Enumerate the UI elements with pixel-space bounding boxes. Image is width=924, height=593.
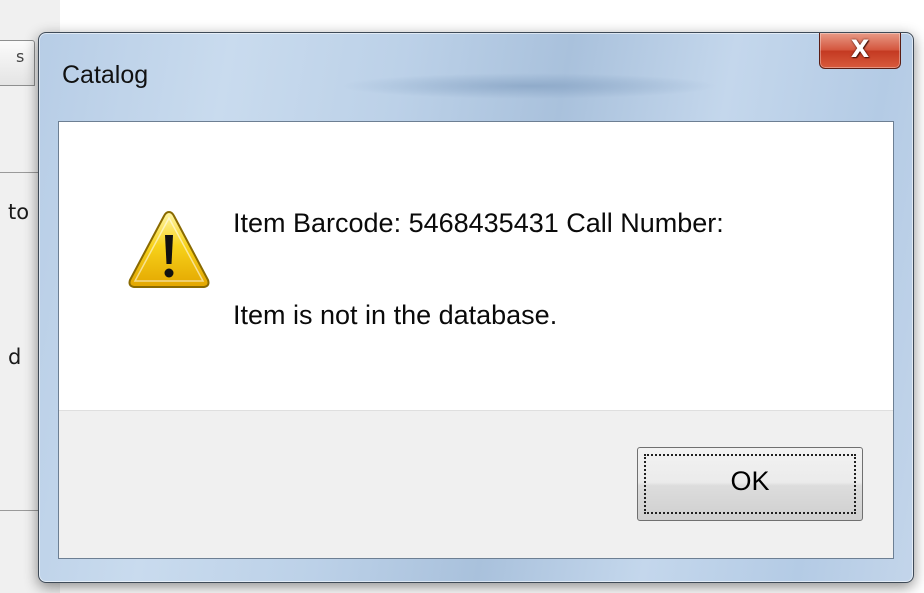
message-text: Item is not in the database.: [233, 300, 558, 330]
message-text: Item Barcode: 5468435431 Call Number:: [233, 208, 724, 238]
dialog-content: Item Barcode: 5468435431 Call Number: It…: [58, 121, 894, 559]
dialog-title: Catalog: [62, 61, 149, 89]
title-bar-glass: [339, 73, 719, 99]
ok-button[interactable]: OK: [637, 447, 863, 521]
background-text-fragment: d: [8, 345, 22, 369]
desktop: s to d Catalog X Item Barcode: 546843543…: [0, 0, 924, 593]
close-icon: X: [850, 35, 870, 63]
warning-icon: [128, 210, 210, 288]
background-tab[interactable]: s: [0, 40, 35, 86]
message-area: Item Barcode: 5468435431 Call Number: It…: [59, 122, 893, 410]
message-dialog: Catalog X Item Barcode: 5468435431 Call …: [38, 32, 914, 583]
ok-button-label: OK: [730, 466, 770, 496]
background-tab-label: s: [16, 47, 25, 66]
close-button[interactable]: X: [819, 33, 901, 69]
button-bar: OK: [59, 410, 893, 558]
background-text-fragment: to: [8, 200, 30, 224]
